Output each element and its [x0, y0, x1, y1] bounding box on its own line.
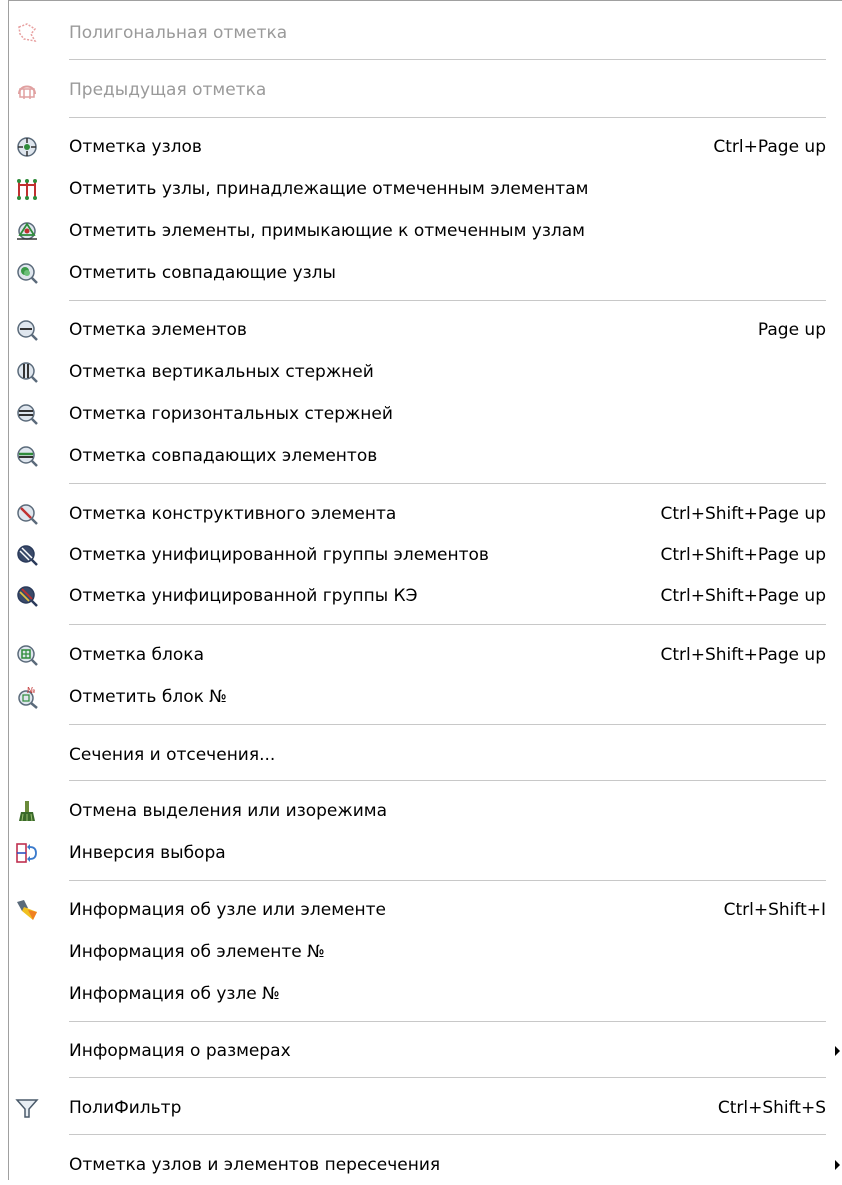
- menu-item-label: Отметка элементов: [69, 320, 247, 340]
- menu-item-elements-of-nodes[interactable]: Отметить элементы, примыкающие к отмечен…: [9, 211, 842, 251]
- horizontal-bars-icon: [15, 402, 39, 426]
- menu-separator: [69, 1021, 826, 1022]
- selection-context-menu: Полигональная отметка Предыдущая отметка…: [8, 0, 842, 1180]
- menu-item-label: Отмена выделения или изорежима: [69, 801, 387, 821]
- menu-separator: [69, 300, 826, 301]
- menu-separator: [69, 1077, 826, 1078]
- menu-item-label: Информация об узле или элементе: [69, 900, 386, 920]
- menu-item-sections[interactable]: Сечения и отсечения...: [9, 735, 842, 775]
- menu-item-shortcut: Ctrl+Shift+S: [717, 1098, 826, 1118]
- menu-item-label: Отметка унифицированной группы элементов: [69, 545, 489, 565]
- menu-item-label: Информация об узле №: [69, 984, 280, 1004]
- menu-item-label: Отметить элементы, примыкающие к отмечен…: [69, 221, 586, 241]
- elements-of-nodes-icon: [15, 219, 39, 243]
- menu-item-label: Отметить узлы, принадлежащие отмеченным …: [69, 179, 589, 199]
- menu-item-info-element-number[interactable]: Информация об элементе №: [9, 932, 842, 972]
- menu-item-select-block-number[interactable]: № Отметить блок №: [9, 677, 842, 717]
- menu-separator: [69, 880, 826, 881]
- menu-item-label: ПолиФильтр: [69, 1098, 182, 1118]
- menu-item-select-block[interactable]: Отметка блока Ctrl+Shift+Page up: [9, 635, 842, 675]
- menu-item-info-node-element[interactable]: Информация об узле или элементе Ctrl+Shi…: [9, 890, 842, 930]
- menu-separator: [69, 780, 826, 781]
- submenu-arrow-icon: [835, 1160, 840, 1170]
- unified-element-group-icon: [15, 543, 39, 567]
- menu-item-invert-selection[interactable]: Инверсия выбора: [9, 833, 842, 873]
- menu-item-structural-element[interactable]: Отметка конструктивного элемента Ctrl+Sh…: [9, 494, 842, 534]
- menu-item-info-node-number[interactable]: Информация об узле №: [9, 974, 842, 1014]
- menu-item-shortcut: Ctrl+Shift+Page up: [660, 545, 826, 565]
- menu-item-label: Отметка совпадающих элементов: [69, 446, 378, 466]
- menu-separator: [69, 624, 826, 625]
- menu-item-label: Отметка узлов и элементов пересечения: [69, 1155, 441, 1175]
- coincident-elements-icon: [15, 444, 39, 468]
- menu-item-vertical-bars[interactable]: Отметка вертикальных стержней: [9, 352, 842, 392]
- menu-separator: [69, 483, 826, 484]
- info-flashlight-icon: [15, 898, 39, 922]
- menu-item-label: Полигональная отметка: [69, 23, 288, 43]
- structural-element-icon: [15, 502, 39, 526]
- menu-separator: [69, 59, 826, 60]
- submenu-arrow-icon: [835, 1046, 840, 1056]
- coincident-nodes-icon: [15, 261, 39, 285]
- vertical-bars-icon: [15, 360, 39, 384]
- polygon-select-icon: [15, 21, 39, 45]
- menu-item-label: Отметка конструктивного элемента: [69, 504, 397, 524]
- select-block-icon: [15, 643, 39, 667]
- select-block-number-icon: №: [15, 685, 39, 709]
- menu-item-label: Отметка узлов: [69, 137, 202, 157]
- unified-fe-group-icon: [15, 584, 39, 608]
- menu-separator: [69, 117, 826, 118]
- menu-item-unified-element-group[interactable]: Отметка унифицированной группы элементов…: [9, 535, 842, 575]
- menu-item-shortcut: Ctrl+Shift+Page up: [660, 586, 826, 606]
- menu-item-shortcut: Ctrl+Page up: [713, 137, 826, 157]
- menu-item-polyfilter[interactable]: ПолиФильтр Ctrl+Shift+S: [9, 1088, 842, 1128]
- menu-item-previous-selection[interactable]: Предыдущая отметка: [9, 70, 842, 110]
- filter-funnel-icon: [15, 1096, 39, 1120]
- menu-item-clear-selection[interactable]: Отмена выделения или изорежима: [9, 791, 842, 831]
- menu-item-label: Отметка унифицированной группы КЭ: [69, 586, 418, 606]
- menu-item-shortcut: Ctrl+Shift+Page up: [660, 504, 826, 524]
- menu-item-unified-fe-group[interactable]: Отметка унифицированной группы КЭ Ctrl+S…: [9, 576, 842, 616]
- select-elements-icon: [15, 318, 39, 342]
- menu-item-horizontal-bars[interactable]: Отметка горизонтальных стержней: [9, 394, 842, 434]
- menu-item-coincident-elements[interactable]: Отметка совпадающих элементов: [9, 436, 842, 476]
- menu-item-shortcut: Ctrl+Shift+I: [723, 900, 826, 920]
- menu-item-label: Информация о размерах: [69, 1041, 291, 1061]
- nodes-of-elements-icon: [15, 177, 39, 201]
- invert-selection-icon: [15, 841, 39, 865]
- menu-item-select-nodes[interactable]: Отметка узлов Ctrl+Page up: [9, 127, 842, 167]
- previous-selection-icon: [15, 78, 39, 102]
- menu-item-shortcut: Page up: [757, 320, 826, 340]
- menu-separator: [69, 1134, 826, 1135]
- menu-item-label: Отметить блок №: [69, 687, 227, 707]
- menu-item-label: Сечения и отсечения...: [69, 745, 276, 765]
- svg-text:№: №: [27, 686, 36, 695]
- menu-item-label: Информация об элементе №: [69, 942, 325, 962]
- select-nodes-icon: [15, 135, 39, 159]
- menu-item-shortcut: Ctrl+Shift+Page up: [660, 645, 826, 665]
- menu-separator: [69, 724, 826, 725]
- menu-item-label: Отметка блока: [69, 645, 204, 665]
- clear-selection-brush-icon: [15, 799, 39, 823]
- menu-item-dimension-info[interactable]: Информация о размерах: [9, 1031, 842, 1071]
- menu-item-polygon-select[interactable]: Полигональная отметка: [9, 13, 842, 53]
- menu-item-label: Инверсия выбора: [69, 843, 226, 863]
- menu-item-nodes-of-elements[interactable]: Отметить узлы, принадлежащие отмеченным …: [9, 169, 842, 209]
- menu-item-label: Отметить совпадающие узлы: [69, 263, 336, 283]
- menu-item-select-elements[interactable]: Отметка элементов Page up: [9, 310, 842, 350]
- menu-item-intersection-selection[interactable]: Отметка узлов и элементов пересечения: [9, 1145, 842, 1185]
- menu-item-label: Отметка вертикальных стержней: [69, 362, 374, 382]
- menu-item-label: Отметка горизонтальных стержней: [69, 404, 393, 424]
- menu-item-coincident-nodes[interactable]: Отметить совпадающие узлы: [9, 253, 842, 293]
- menu-item-label: Предыдущая отметка: [69, 80, 267, 100]
